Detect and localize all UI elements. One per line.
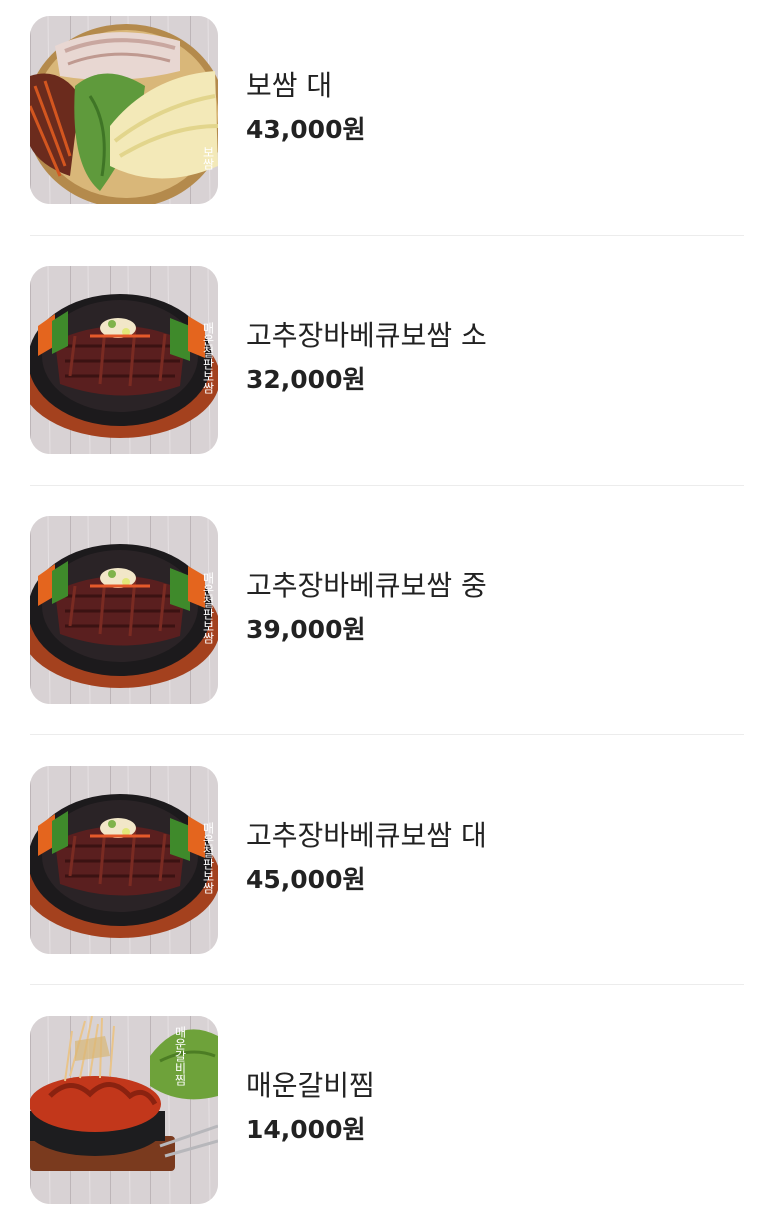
image-caption: 매운갈비찜 [173,1026,187,1086]
menu-item-image: 매운갈비찜 [30,1016,218,1204]
menu-item-image: 보쌈 [30,16,218,204]
image-caption: 매운철판보쌈 [201,572,215,644]
menu-item-price: 39,000원 [246,615,366,644]
menu-item-bossam-large[interactable]: 보쌈 보쌈 대 43,000원 [30,16,744,204]
bossam-platter-image: 보쌈 [30,16,218,204]
bbq-bossam-iron-plate-image: 매운철판보쌈 [30,266,218,454]
menu-item-price: 32,000원 [246,365,366,394]
menu-item-info: 매운갈비찜 14,000원 [246,1068,375,1147]
divider [30,485,744,486]
menu-item-price: 43,000원 [246,115,366,144]
menu-item-bbq-bossam-large[interactable]: 매운철판보쌈 고추장바베큐보쌈 대 45,000원 [30,766,744,954]
image-caption: 매운철판보쌈 [201,322,215,394]
menu-item-spicy-galbijjim[interactable]: 매운갈비찜 매운갈비찜 14,000원 [30,1016,744,1204]
menu-item-info: 고추장바베큐보쌈 대 45,000원 [246,818,487,897]
menu-item-name: 매운갈비찜 [246,1069,375,1102]
menu-item-image: 매운철판보쌈 [30,766,218,954]
menu-item-info: 고추장바베큐보쌈 소 32,000원 [246,318,487,397]
bbq-bossam-iron-plate-image: 매운철판보쌈 [30,766,218,954]
menu-item-name: 고추장바베큐보쌈 중 [246,569,487,602]
divider [30,734,744,735]
image-caption: 보쌈 [201,146,215,170]
menu-item-name: 보쌈 대 [246,69,333,102]
menu-item-name: 고추장바베큐보쌈 대 [246,819,487,852]
menu-item-name: 고추장바베큐보쌈 소 [246,319,487,352]
divider [30,984,744,985]
divider [30,235,744,236]
menu-item-price: 45,000원 [246,865,366,894]
menu-item-image: 매운철판보쌈 [30,516,218,704]
menu-item-image: 매운철판보쌈 [30,266,218,454]
spicy-galbijjim-image: 매운갈비찜 [30,1016,218,1204]
menu-item-info: 고추장바베큐보쌈 중 39,000원 [246,568,487,647]
menu-item-price: 14,000원 [246,1115,366,1144]
bbq-bossam-iron-plate-image: 매운철판보쌈 [30,516,218,704]
menu-item-info: 보쌈 대 43,000원 [246,68,365,147]
menu-item-bbq-bossam-small[interactable]: 매운철판보쌈 고추장바베큐보쌈 소 32,000원 [30,266,744,454]
menu-item-bbq-bossam-medium[interactable]: 매운철판보쌈 고추장바베큐보쌈 중 39,000원 [30,516,744,704]
image-caption: 매운철판보쌈 [201,822,215,894]
